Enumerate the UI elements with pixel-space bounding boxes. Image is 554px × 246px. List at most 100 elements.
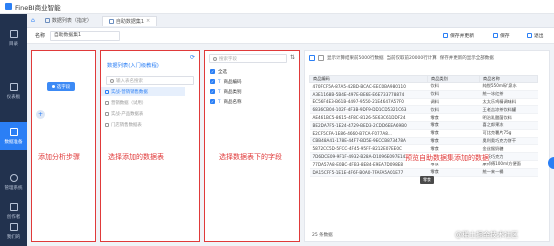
close-icon[interactable]: ×	[146, 18, 150, 24]
table-row[interactable]: E2CF5CFA-1E86-4660-B7CA-F077A8... 零食 可比克薯片…	[309, 129, 538, 138]
field-checkbox[interactable]: ✓ T 商品编码	[210, 77, 241, 86]
nav-label: 数据准备	[4, 139, 23, 145]
dataset-name-input[interactable]: 自助数据集1	[50, 31, 120, 41]
preview-info: 显示计算结果前5000行数据	[327, 56, 384, 61]
table-cell: 纯悦550ml矿泉水	[479, 82, 538, 91]
table-cell: 王老吉凉茶饮料罐	[479, 105, 538, 115]
table-name: 实战-产品数据表	[111, 111, 144, 117]
nav-label: 管理系统	[4, 185, 23, 191]
top-bar: FineBI商业智能	[0, 0, 554, 14]
field-checkbox[interactable]: ✓ T 商品名称	[210, 97, 241, 106]
field-search-input[interactable]: 搜索字段	[209, 54, 287, 63]
table-cell: EC56F4E3-B61B-4497-9550-21E4647A57F0	[309, 98, 428, 107]
table-name: 实战-营销销售数据	[111, 89, 148, 95]
table-row[interactable]: A3E1168B-5B4E-497E-BE6E-E6E733778874 饮料 统一…	[309, 90, 538, 99]
table-cell: 6836CB04-102F-4F3B-9DF9-DD1CD5321C63	[309, 105, 428, 115]
save-update-label: 保存并更新	[450, 34, 474, 39]
cell-tooltip: 零食	[420, 176, 434, 184]
column-header[interactable]: 商品类别	[427, 75, 480, 83]
table-item[interactable]: 实战-产品数据表	[105, 109, 143, 118]
table-row[interactable]: EC56F4E3-B61B-4497-9550-21E4647A57F0 调料 太太…	[309, 98, 538, 107]
table-view-icon[interactable]	[318, 55, 324, 61]
tool-icon	[9, 222, 18, 231]
home-icon[interactable]: ⌂	[31, 17, 35, 24]
tab-data-list[interactable]: 数据列表（指定）	[39, 16, 98, 26]
table-item[interactable]: 营销数据（试用）	[105, 98, 146, 107]
checkbox-checked-icon: ✓	[210, 69, 215, 74]
preview-toolbar: 显示计算结果前5000行数据 当前仅取前20000行计算 保存并更新的显示全部数…	[309, 55, 494, 61]
panel-title: 数据列表(入门级教程)	[107, 63, 159, 69]
table-row[interactable]: AE461BC5-8615-4F8C-8126-5E63C61DDF24 零食 明治…	[309, 113, 538, 122]
nav-label: 仪表板	[6, 94, 21, 100]
save-label: 保存	[500, 34, 510, 39]
nav-item-data-prep[interactable]: 数据准备	[0, 122, 27, 150]
select-all-checkbox[interactable]: ✓ 全选	[210, 67, 227, 76]
table-row[interactable]: DA15CFF5-1E1E-4F6F-B0A0-7FAFA5A01E77 零食 统一…	[309, 168, 538, 177]
table-icon	[105, 122, 109, 127]
nav-item-dashboard[interactable]: 仪表板	[0, 77, 27, 105]
nav-label: 我们的	[6, 234, 21, 240]
brand: FineBI商业智能	[0, 2, 61, 12]
column-header[interactable]: 商品名称	[479, 75, 538, 83]
name-bar: 名称 自助数据集1 保存并更新 保存 退出	[27, 28, 554, 44]
save-button[interactable]: 保存	[493, 32, 510, 39]
field-checkbox[interactable]: ✓ T 商品类别	[210, 87, 241, 96]
table-cell: 零食	[427, 144, 480, 154]
table-row[interactable]: 5872CC5D-5FCC-4F45-95FF-8212E07EE0C 零食 金丝猴…	[309, 144, 538, 154]
table-cell: 470FCF5A-87A5-42BD-BCAC-EEC0BA980110	[309, 82, 428, 91]
table-cell: 零食	[427, 168, 480, 177]
nav-item-catalog[interactable]: 目录	[0, 24, 27, 52]
table-cell: 5872CC5D-5FCC-4F45-95FF-8212E07EE0C	[309, 144, 428, 154]
table-row[interactable]: 6836CB04-102F-4F3B-9DF9-DD1CD5321C63 饮料 王老…	[309, 105, 538, 115]
table-cell: 金丝猴奶糖	[479, 144, 538, 154]
table-cell: 零食	[427, 129, 480, 138]
checkbox-label: 全选	[218, 69, 227, 75]
source-table-panel: 数据列表(入门级教程) ⟳ 输入表名搜索 实战-营销销售数据 营销数据（试用） …	[100, 50, 200, 242]
table-cell: A3E1168B-5B4E-497E-BE6E-E6E733778874	[309, 90, 428, 99]
table-cell: CBB48A41-178E-44F7-BD5E-9ECCB873478A	[309, 137, 428, 146]
grid-view-icon[interactable]	[309, 55, 315, 61]
step-label: 选字段	[56, 84, 71, 90]
table-item[interactable]: 实战-营销销售数据	[101, 87, 185, 96]
exit-label: 退出	[534, 34, 544, 39]
checkbox-checked-icon: ✓	[210, 89, 215, 94]
database-icon	[9, 127, 18, 136]
save-update-icon	[443, 33, 448, 38]
table-row[interactable]: 470FCF5A-87A5-42BD-BCAC-EEC0BA980110 饮料 纯悦…	[309, 82, 538, 91]
table-cell: 零食	[427, 113, 480, 122]
annotation-fields: 选择数据表下的字段	[219, 153, 282, 161]
checkbox-checked-icon: ✓	[210, 99, 215, 104]
table-cell: 统一来一桶	[479, 168, 538, 177]
table-cell: 调料	[427, 98, 480, 107]
table-cell: 奥利奥巧克力饼干	[479, 137, 538, 146]
refresh-icon[interactable]: ⟳	[190, 54, 195, 61]
add-step-icon[interactable]: +	[36, 110, 45, 119]
save-update-button[interactable]: 保存并更新	[443, 32, 474, 39]
table-cell: 统一冰红茶	[479, 90, 538, 99]
tab-self-service-dataset[interactable]: 自助数据集1 ×	[101, 15, 158, 26]
nav-item-mine[interactable]: 我们的	[0, 217, 27, 245]
creator-icon	[9, 202, 18, 211]
table-row[interactable]: CBB48A41-178E-44F7-BD5E-9ECCB873478A 零食 奥利…	[309, 137, 538, 146]
table-name: 营销数据（试用）	[111, 100, 147, 106]
annotation-steps: 添加分析步骤	[38, 153, 80, 161]
exit-button[interactable]: 退出	[527, 32, 544, 39]
table-cell: E2CF5CFA-1E86-4660-B7CA-F077A8...	[309, 129, 428, 138]
floating-help-button[interactable]	[548, 157, 554, 169]
watermark: @稀土掘金技术社区	[455, 231, 518, 239]
table-search-input[interactable]: 输入表名搜索	[106, 76, 194, 85]
table-row[interactable]: BE2DA7F5-1E24-4729-BED3-2CDD6EEA69B0 零食 喜之…	[309, 121, 538, 130]
table-cell: 零食	[427, 121, 480, 130]
search-placeholder: 输入表名搜索	[116, 78, 143, 84]
nav-item-management[interactable]: 管理系统	[0, 168, 27, 196]
checkbox-checked-icon: ✓	[210, 79, 215, 84]
select-field-step[interactable]: 选字段	[47, 82, 75, 91]
table-cell: DA15CFF5-1E1E-4F6F-B0A0-7FAFA5A01E77	[309, 168, 428, 177]
nav-label: 目录	[9, 41, 18, 47]
save-icon	[493, 33, 498, 38]
name-label: 名称	[35, 33, 46, 39]
table-item[interactable]: 门店销售数据表	[105, 120, 142, 129]
side-navigation: 目录 仪表板 数据准备 管理系统 创作者 我们的	[0, 14, 27, 246]
column-header[interactable]: 商品编码	[309, 75, 428, 83]
sort-icon[interactable]: ⇅	[290, 54, 295, 61]
